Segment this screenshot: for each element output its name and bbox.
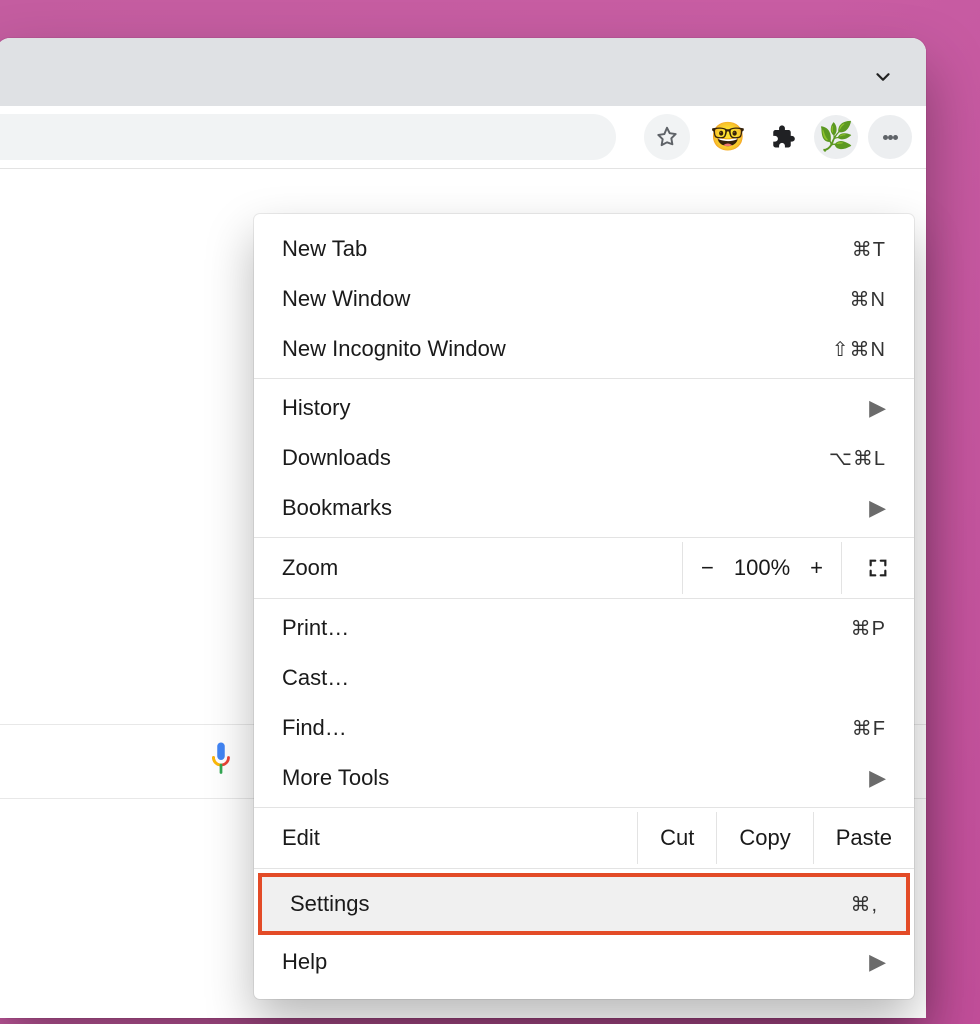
menu-shortcut: ⌘T: [852, 237, 886, 262]
menu-label: Help: [282, 949, 327, 975]
menu-item-new-incognito[interactable]: New Incognito Window ⇧⌘N: [254, 324, 914, 374]
extensions-button[interactable]: [760, 115, 804, 159]
chrome-window: 🤓 🌿 New Tab ⌘T: [0, 38, 926, 1018]
tutorial-highlight: Settings ⌘,: [258, 873, 910, 935]
edit-paste-button[interactable]: Paste: [813, 812, 914, 864]
menu-shortcut: ⌘F: [852, 716, 886, 741]
menu-shortcut: ⌘N: [850, 287, 886, 312]
chevron-right-icon: ▶: [869, 949, 886, 975]
menu-label: History: [282, 395, 350, 421]
zoom-level: 100%: [734, 555, 790, 581]
chrome-overflow-menu: New Tab ⌘T New Window ⌘N New Incognito W…: [254, 214, 914, 999]
bookmark-star-button[interactable]: [644, 114, 690, 160]
menu-label: Print…: [282, 615, 349, 641]
leaf-icon: 🌿: [819, 123, 854, 151]
menu-label: New Window: [282, 286, 410, 312]
menu-label: Downloads: [282, 445, 391, 471]
menu-item-find[interactable]: Find… ⌘F: [254, 703, 914, 753]
chrome-menu-button[interactable]: [868, 115, 912, 159]
menu-item-downloads[interactable]: Downloads ⌥⌘L: [254, 433, 914, 483]
microphone-icon: [206, 740, 236, 780]
menu-shortcut: ⌘,: [850, 892, 878, 917]
menu-item-bookmarks[interactable]: Bookmarks ▶: [254, 483, 914, 533]
vertical-dots-icon: [883, 135, 888, 140]
fullscreen-button[interactable]: [841, 542, 914, 594]
menu-item-cast[interactable]: Cast…: [254, 653, 914, 703]
edit-cut-button[interactable]: Cut: [637, 812, 716, 864]
menu-shortcut: ⇧⌘N: [832, 337, 886, 362]
menu-label: More Tools: [282, 765, 389, 791]
menu-label: New Incognito Window: [282, 336, 506, 362]
tab-search-button[interactable]: [870, 64, 896, 90]
menu-shortcut: ⌥⌘L: [829, 446, 886, 471]
fullscreen-icon: [867, 557, 889, 579]
voice-search-button[interactable]: [206, 740, 236, 780]
menu-item-edit: Edit Cut Copy Paste: [254, 812, 914, 864]
puzzle-icon: [768, 123, 796, 151]
chevron-right-icon: ▶: [869, 765, 886, 791]
tab-strip: [0, 38, 926, 106]
menu-label: Bookmarks: [282, 495, 392, 521]
browser-toolbar: 🤓 🌿: [0, 106, 926, 169]
menu-item-more-tools[interactable]: More Tools ▶: [254, 753, 914, 803]
menu-item-history[interactable]: History ▶: [254, 383, 914, 433]
zoom-out-button[interactable]: −: [701, 555, 714, 581]
chevron-down-icon: [872, 66, 894, 88]
menu-item-settings[interactable]: Settings ⌘,: [262, 877, 906, 931]
menu-label: Zoom: [254, 555, 682, 581]
profile-avatar-button[interactable]: 🤓: [706, 115, 750, 159]
menu-shortcut: ⌘P: [851, 616, 886, 641]
chevron-right-icon: ▶: [869, 495, 886, 521]
menu-label: Settings: [290, 891, 370, 917]
chevron-right-icon: ▶: [869, 395, 886, 421]
menu-item-zoom: Zoom − 100% +: [254, 542, 914, 594]
pinned-extension-button[interactable]: 🌿: [814, 115, 858, 159]
address-bar[interactable]: [0, 114, 616, 160]
avatar-icon: 🤓: [711, 123, 746, 151]
edit-copy-button[interactable]: Copy: [716, 812, 812, 864]
menu-label: New Tab: [282, 236, 367, 262]
menu-item-help[interactable]: Help ▶: [254, 937, 914, 999]
menu-item-print[interactable]: Print… ⌘P: [254, 603, 914, 653]
zoom-in-button[interactable]: +: [810, 555, 823, 581]
menu-item-new-window[interactable]: New Window ⌘N: [254, 274, 914, 324]
menu-label: Find…: [282, 715, 347, 741]
menu-item-new-tab[interactable]: New Tab ⌘T: [254, 214, 914, 274]
star-icon: [654, 124, 680, 150]
menu-label: Edit: [254, 825, 637, 851]
menu-label: Cast…: [282, 665, 349, 691]
